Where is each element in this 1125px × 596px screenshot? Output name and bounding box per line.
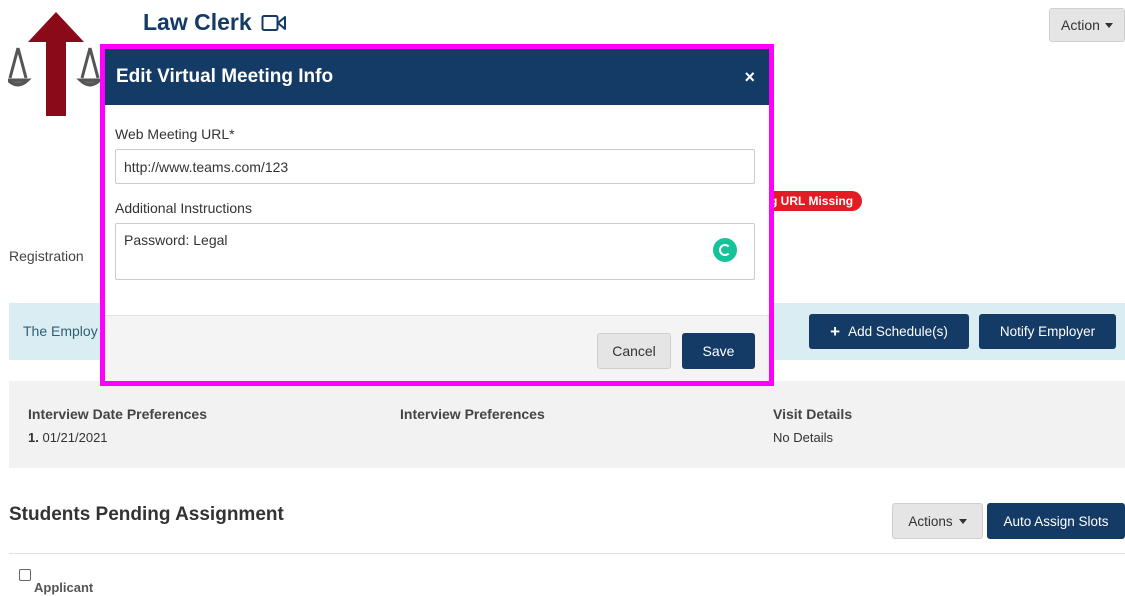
page-title-text: Law Clerk (143, 9, 252, 35)
actions-dropdown-button[interactable]: Actions (892, 503, 983, 539)
add-schedule-button[interactable]: + Add Schedule(s) (809, 314, 969, 349)
scales-icon (4, 12, 104, 116)
date-preference-date: 01/21/2021 (42, 430, 108, 445)
date-preferences: Interview Date Preferences 1. 01/21/2021 (28, 406, 207, 445)
save-button[interactable]: Save (682, 333, 755, 369)
instructions-label: Additional Instructions (115, 200, 252, 216)
caret-down-icon (958, 518, 967, 524)
visit-details-value: No Details (773, 430, 833, 445)
info-bar-text: The Employ (23, 323, 98, 339)
close-icon[interactable]: × (744, 68, 755, 86)
date-preferences-value: 1. 01/21/2021 (28, 430, 207, 445)
action-label: Action (1061, 17, 1100, 33)
date-preferences-heading: Interview Date Preferences (28, 406, 207, 422)
modal-body: Web Meeting URL* Additional Instructions… (105, 105, 769, 280)
cancel-button[interactable]: Cancel (597, 333, 671, 369)
divider (9, 553, 1125, 554)
section-title: Students Pending Assignment (9, 504, 284, 525)
grammarly-icon[interactable] (713, 238, 737, 262)
select-all-checkbox[interactable] (19, 569, 31, 581)
visit-details-heading: Visit Details (773, 406, 853, 422)
instructions-field: Password: Legal (115, 223, 755, 280)
notify-employer-button[interactable]: Notify Employer (979, 314, 1116, 349)
page-title: Law Clerk (143, 9, 287, 36)
status-badge: g URL Missing (760, 191, 863, 211)
law-logo (4, 8, 104, 120)
edit-virtual-meeting-modal: Edit Virtual Meeting Info × Web Meeting … (100, 44, 774, 386)
plus-icon: + (830, 322, 841, 341)
registration-label: Registration (9, 248, 84, 264)
modal-footer: Cancel Save (105, 315, 769, 381)
video-camera-icon (261, 14, 286, 31)
url-label: Web Meeting URL* (115, 126, 235, 142)
action-dropdown-button[interactable]: Action (1049, 8, 1125, 42)
actions-label: Actions (908, 513, 953, 529)
date-preference-number: 1. (28, 430, 39, 445)
web-meeting-url-input[interactable] (115, 149, 755, 184)
modal-title: Edit Virtual Meeting Info (116, 66, 334, 87)
interview-preferences: Interview Preferences (400, 406, 545, 422)
preferences-panel: Interview Date Preferences 1. 01/21/2021… (9, 381, 1125, 468)
additional-instructions-textarea[interactable]: Password: Legal (115, 223, 755, 280)
interview-preferences-heading: Interview Preferences (400, 406, 545, 422)
auto-assign-slots-button[interactable]: Auto Assign Slots (987, 503, 1125, 539)
column-header-applicant: Applicant (34, 580, 94, 595)
modal-header: Edit Virtual Meeting Info × (105, 49, 769, 105)
caret-down-icon (1104, 22, 1113, 28)
up-arrow-icon (28, 12, 84, 116)
add-schedule-label: Add Schedule(s) (848, 324, 948, 339)
visit-details: Visit Details No Details (773, 406, 852, 445)
